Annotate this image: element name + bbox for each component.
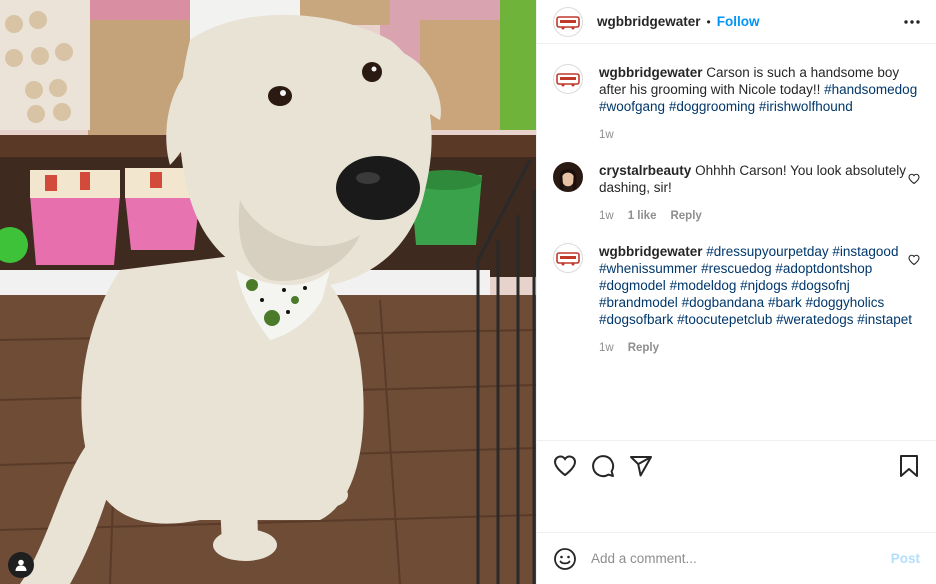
comment-input[interactable] bbox=[591, 551, 891, 566]
hashtag-link[interactable]: #handsomedog bbox=[824, 82, 917, 97]
commenter-avatar[interactable] bbox=[553, 64, 583, 94]
comment-item: crystalrbeauty Ohhhh Carson! You look ab… bbox=[553, 162, 920, 225]
hashtag-link[interactable]: #dressupyourpetday bbox=[706, 244, 828, 259]
post-header: wgbbridgewater • Follow bbox=[537, 0, 936, 44]
user-tag-icon[interactable] bbox=[8, 552, 34, 578]
dog-logo-icon bbox=[556, 15, 580, 29]
dog-logo-icon bbox=[556, 252, 580, 266]
comment-item: wgbbridgewater #dressupyourpetday #insta… bbox=[553, 243, 920, 357]
comment-likes[interactable]: 1 like bbox=[628, 208, 657, 225]
add-comment-bar: Post bbox=[537, 532, 936, 584]
instagram-post: wgbbridgewater • Follow wgbbridgewater C… bbox=[0, 0, 936, 584]
post-actions-bar bbox=[537, 440, 936, 490]
hashtag-link[interactable]: #woofgang bbox=[599, 99, 665, 114]
hashtag-link[interactable]: #brandmodel bbox=[599, 295, 678, 310]
hashtag-link[interactable]: #doggyholics bbox=[805, 295, 884, 310]
comment-time[interactable]: 1w bbox=[599, 127, 614, 144]
hashtag-link[interactable]: #instagood bbox=[832, 244, 898, 259]
more-horizontal-icon[interactable] bbox=[904, 19, 920, 24]
post-photo[interactable] bbox=[0, 0, 536, 584]
hashtag-link[interactable]: #njdogs bbox=[740, 278, 787, 293]
commenter-avatar[interactable] bbox=[553, 162, 583, 192]
comment-meta: 1w Reply bbox=[599, 340, 920, 357]
comment-time[interactable]: 1w bbox=[599, 340, 614, 357]
hashtag-link[interactable]: #dogsofnj bbox=[791, 278, 850, 293]
comment-text: crystalrbeauty Ohhhh Carson! You look ab… bbox=[599, 162, 920, 196]
reply-button[interactable]: Reply bbox=[670, 208, 701, 225]
person-photo-icon bbox=[559, 169, 577, 191]
post-side-panel: wgbbridgewater • Follow wgbbridgewater C… bbox=[536, 0, 936, 584]
account-username[interactable]: wgbbridgewater bbox=[597, 14, 701, 29]
emoji-icon[interactable] bbox=[553, 547, 577, 571]
hashtag-link[interactable]: #doggrooming bbox=[669, 99, 755, 114]
caption-comment: wgbbridgewater Carson is such a handsome… bbox=[553, 64, 920, 144]
comment-username[interactable]: wgbbridgewater bbox=[599, 65, 703, 80]
hashtag-link[interactable]: #toocutepetclub bbox=[677, 312, 772, 327]
heart-icon[interactable] bbox=[553, 454, 577, 478]
separator-dot: • bbox=[706, 14, 711, 29]
hashtag-link[interactable]: #dogsofbark bbox=[599, 312, 673, 327]
hashtag-link[interactable]: #dogbandana bbox=[682, 295, 765, 310]
reply-button[interactable]: Reply bbox=[628, 340, 659, 357]
hashtag-link[interactable]: #modeldog bbox=[670, 278, 737, 293]
hashtag-link[interactable]: #rescuedog bbox=[701, 261, 772, 276]
post-comment-button[interactable]: Post bbox=[891, 551, 920, 566]
comment-username[interactable]: wgbbridgewater bbox=[599, 244, 703, 259]
comment-meta: 1w bbox=[599, 127, 920, 144]
comment-icon[interactable] bbox=[591, 454, 615, 478]
hashtag-link[interactable]: #whenissummer bbox=[599, 261, 697, 276]
hashtag-link[interactable]: #irishwolfhound bbox=[759, 99, 853, 114]
dog-logo-icon bbox=[556, 73, 580, 87]
hashtag-link[interactable]: #adoptdontshop bbox=[775, 261, 872, 276]
hashtag-link[interactable]: #bark bbox=[768, 295, 802, 310]
commenter-avatar[interactable] bbox=[553, 243, 583, 273]
share-icon[interactable] bbox=[629, 454, 653, 478]
hashtag-link[interactable]: #weratedogs bbox=[776, 312, 853, 327]
account-avatar[interactable] bbox=[553, 6, 583, 37]
hashtag-link[interactable]: #instapet bbox=[857, 312, 912, 327]
comment-meta: 1w 1 like Reply bbox=[599, 208, 920, 225]
bookmark-icon[interactable] bbox=[898, 454, 920, 478]
comment-text: wgbbridgewater #dressupyourpetday #insta… bbox=[599, 243, 920, 328]
like-comment-heart-icon[interactable] bbox=[908, 172, 920, 190]
follow-button[interactable]: Follow bbox=[717, 14, 760, 29]
comment-username[interactable]: crystalrbeauty bbox=[599, 163, 691, 178]
comment-text: wgbbridgewater Carson is such a handsome… bbox=[599, 64, 920, 115]
comments-list[interactable]: wgbbridgewater Carson is such a handsome… bbox=[537, 44, 936, 584]
comment-time[interactable]: 1w bbox=[599, 208, 614, 225]
like-comment-heart-icon[interactable] bbox=[908, 253, 920, 271]
hashtag-link[interactable]: #dogmodel bbox=[599, 278, 666, 293]
dog-photo-illustration bbox=[0, 0, 536, 584]
